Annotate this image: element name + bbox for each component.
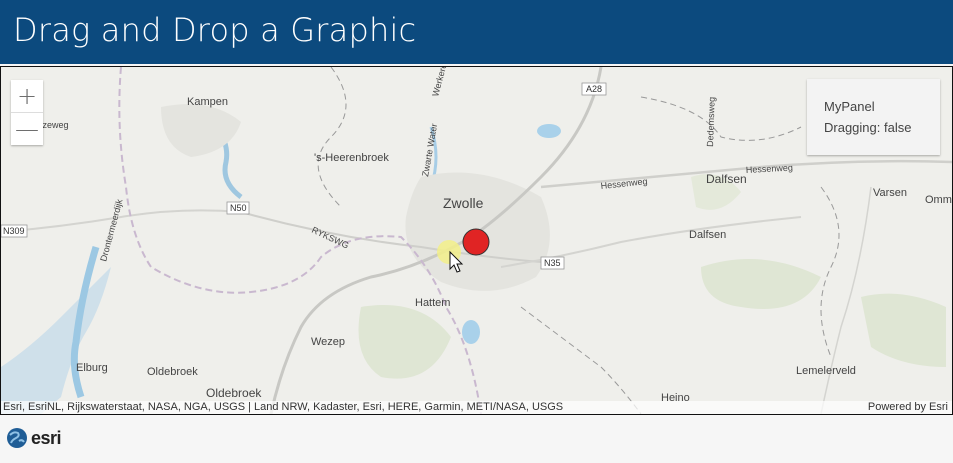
svg-text:N50: N50 <box>230 203 247 213</box>
page-title: Drag and Drop a Graphic <box>13 11 417 49</box>
place-label: Omm <box>925 194 952 206</box>
road-shield: A28 <box>581 82 607 96</box>
road-shield: N35 <box>540 256 565 270</box>
place-label: Elburg <box>76 362 108 374</box>
road-name-label: Hessenweg <box>746 163 793 175</box>
green-area <box>701 259 821 309</box>
svg-text:N309: N309 <box>3 226 25 236</box>
road-name-label: Hessenweg <box>600 176 648 191</box>
boundary <box>317 67 347 208</box>
esri-logo-text: esri <box>31 427 62 448</box>
svg-text:A28: A28 <box>586 84 602 94</box>
map-attribution: Esri, EsriNL, Rijkswaterstaat, NASA, NGA… <box>1 401 952 414</box>
zoom-in-button[interactable]: + <box>11 80 43 112</box>
water-body <box>1 267 111 414</box>
powered-by[interactable]: Powered by Esri <box>868 401 948 414</box>
place-label: Wezep <box>311 336 345 348</box>
road-name-label: Werkeren <box>430 67 450 98</box>
boundary <box>520 306 642 414</box>
green-area <box>358 305 451 379</box>
boundary <box>640 96 802 141</box>
road-name-label: Dedemsweg <box>705 97 717 147</box>
place-label: Kampen <box>187 96 228 108</box>
zoom-out-button[interactable]: — <box>11 112 43 145</box>
esri-logo[interactable]: esri <box>6 426 62 450</box>
urban-area <box>161 104 241 157</box>
globe-icon <box>7 428 27 448</box>
road-name-label: Drontermeerdijk <box>98 198 124 263</box>
place-label: Dalfsen <box>689 229 726 241</box>
attribution-text[interactable]: Esri, EsriNL, Rijkswaterstaat, NASA, NGA… <box>3 401 563 414</box>
road-name-label: RYKSWG <box>310 225 350 251</box>
place-label: Dalfsen <box>706 172 747 186</box>
place-label: Oldebroek <box>206 386 262 400</box>
info-panel: MyPanel Dragging: false <box>807 79 940 155</box>
place-label: Oldebroek <box>147 366 198 378</box>
road-shield: N50 <box>226 201 250 215</box>
panel-drag-status: Dragging: false <box>824 120 912 135</box>
panel-title: MyPanel <box>824 99 875 114</box>
place-label: Varsen <box>873 187 907 199</box>
svg-text:N35: N35 <box>544 258 561 268</box>
place-label: Zwolle <box>443 195 484 211</box>
boundary <box>820 186 840 358</box>
lake <box>462 320 480 344</box>
road-shield: N309 <box>1 224 28 238</box>
draggable-point-graphic[interactable] <box>462 228 490 256</box>
app-header: Drag and Drop a Graphic <box>0 0 953 64</box>
lake <box>537 124 561 138</box>
zoom-control: + — <box>11 80 43 145</box>
place-label: 's-Heerenbroek <box>314 152 389 164</box>
place-label: Hattem <box>415 297 450 309</box>
place-label: Lemelerveld <box>796 365 856 377</box>
green-area <box>861 293 946 367</box>
map-view[interactable]: Kampen 's-Heerenbroek Zwolle Hattem Weze… <box>0 66 953 415</box>
